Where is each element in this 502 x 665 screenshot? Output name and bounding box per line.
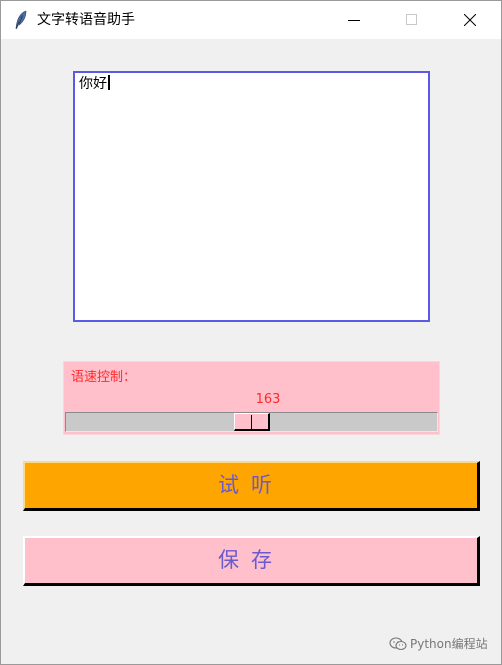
app-window: 文字转语音助手 你好 语速控制： 163 试听 保存 Python编程站 bbox=[0, 0, 502, 665]
listen-button[interactable]: 试听 bbox=[23, 461, 480, 511]
watermark-text: Python编程站 bbox=[410, 637, 488, 651]
speed-control-label: 语速控制： bbox=[71, 370, 137, 385]
speed-slider-handle[interactable] bbox=[234, 413, 270, 431]
window-title: 文字转语音助手 bbox=[37, 12, 135, 28]
text-caret bbox=[108, 75, 110, 90]
speed-value-readout: 163 bbox=[255, 392, 281, 407]
maximize-icon bbox=[406, 14, 417, 25]
save-button[interactable]: 保存 bbox=[23, 536, 480, 586]
minimize-button[interactable] bbox=[331, 1, 377, 39]
watermark: Python编程站 bbox=[389, 635, 488, 653]
wechat-icon bbox=[389, 637, 407, 651]
speed-slider-trough[interactable] bbox=[65, 412, 438, 432]
text-input-value: 你好 bbox=[79, 76, 107, 92]
text-input-area[interactable]: 你好 bbox=[73, 71, 430, 322]
maximize-button[interactable] bbox=[389, 1, 435, 39]
minimize-icon bbox=[348, 20, 360, 21]
close-icon bbox=[464, 14, 476, 26]
feather-icon bbox=[14, 10, 28, 30]
title-bar[interactable]: 文字转语音助手 bbox=[1, 1, 501, 39]
speed-control-frame: 语速控制： 163 bbox=[63, 361, 440, 435]
close-button[interactable] bbox=[447, 1, 493, 39]
slider-handle-notch bbox=[251, 415, 252, 430]
